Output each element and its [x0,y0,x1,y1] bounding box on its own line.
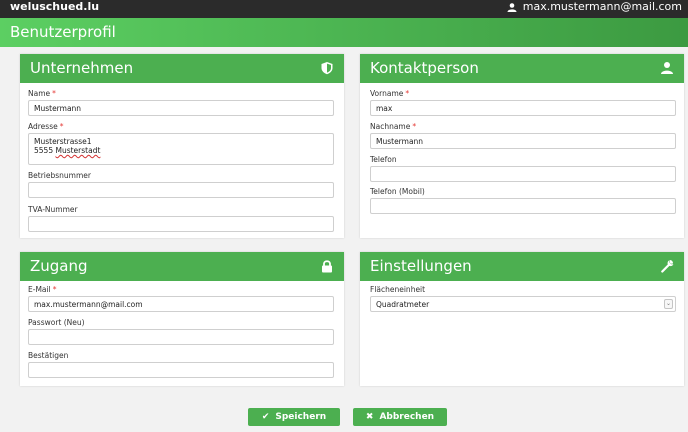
panel-header: Kontaktperson [360,54,684,83]
name-label: Name [28,89,51,98]
telefon-field: Telefon [370,155,676,182]
flaecheneinheit-value: Quadratmeter [376,300,430,309]
passwort-field: Passwort (Neu) [28,318,334,345]
email-field: E-Mail * max.mustermann@mail.com [28,285,334,312]
adresse-postcode: 5555 [34,146,54,155]
telefon-mobil-field: Telefon (Mobil) [370,187,676,214]
adresse-field: Adresse * Musterstrasse1 5555 Musterstadt [28,122,334,165]
required-marker: * [405,89,410,98]
betriebsnummer-input[interactable] [28,182,334,198]
telefon-mobil-input[interactable] [370,198,676,214]
panel-title: Zugang [30,257,88,275]
telefon-input[interactable] [370,166,676,182]
required-marker: * [52,89,56,98]
brand-name[interactable]: weluschued.lu [10,0,99,14]
name-field: Name * Mustermann [28,89,334,116]
passwort-input[interactable] [28,329,334,345]
panel-zugang: Zugang E-Mail * max.mustermann@mail.com P… [20,252,344,386]
chevron-down-icon[interactable]: ⌄ [664,299,673,309]
save-button[interactable]: ✔ Speichern [248,408,340,426]
panel-kontaktperson: Kontaktperson Vorname * max Nachname * Mus… [360,54,684,238]
adresse-label: Adresse [28,122,58,131]
top-bar: weluschued.lu max.mustermann@mail.com [0,0,688,18]
telefon-mobil-label: Telefon (Mobil) [370,187,425,196]
vorname-input[interactable]: max [370,100,676,116]
vorname-label: Vorname [370,89,404,98]
tva-input[interactable] [28,216,334,232]
nachname-label: Nachname [370,122,411,131]
flaecheneinheit-label: Flächeneinheit [370,285,426,294]
user-email: max.mustermann@mail.com [522,0,682,13]
bestaetigen-input[interactable] [28,362,334,378]
panel-title: Unternehmen [30,59,134,77]
page-title: Benutzerprofil [10,23,116,41]
vorname-field: Vorname * max [370,89,676,116]
panel-header: Unternehmen [20,54,344,83]
close-icon: ✖ [365,412,374,422]
tva-label: TVA-Nummer [28,205,78,214]
required-marker: * [59,122,64,131]
nachname-input[interactable]: Mustermann [370,133,676,149]
bestaetigen-field: Bestätigen [28,351,334,378]
panel-unternehmen: Unternehmen Name * Mustermann Adresse * Mu… [20,54,344,238]
flaecheneinheit-select[interactable]: Quadratmeter ⌄ [370,296,676,312]
check-icon: ✔ [261,412,270,422]
user-menu[interactable]: max.mustermann@mail.com [507,0,682,14]
tva-field: TVA-Nummer [28,205,334,232]
page-header: Benutzerprofil [0,18,688,47]
required-marker: * [412,122,417,131]
cancel-button[interactable]: ✖ Abbrechen [353,408,447,426]
panel-header: Einstellungen [360,252,684,281]
save-label: Speichern [275,412,327,422]
flaecheneinheit-field: Flächeneinheit Quadratmeter ⌄ [370,285,676,312]
email-input[interactable]: max.mustermann@mail.com [28,296,334,312]
panel-title: Kontaktperson [370,59,479,77]
nachname-field: Nachname * Mustermann [370,122,676,149]
name-input[interactable]: Mustermann [28,100,334,116]
passwort-label: Passwort (Neu) [28,318,85,327]
adresse-line1: Musterstrasse1 [34,137,92,146]
bestaetigen-label: Bestätigen [28,351,69,360]
shield-icon [320,61,334,75]
betriebsnummer-label: Betriebsnummer [28,171,91,180]
user-icon [507,2,517,12]
action-bar: ✔ Speichern ✖ Abbrechen [0,408,688,426]
adresse-textarea[interactable]: Musterstrasse1 5555 Musterstadt [28,133,334,165]
email-label: E-Mail [28,285,51,294]
cancel-label: Abbrechen [379,412,435,422]
panel-title: Einstellungen [370,257,472,275]
user-icon [660,61,674,75]
telefon-label: Telefon [370,155,397,164]
panel-header: Zugang [20,252,344,281]
wrench-icon [660,259,674,273]
lock-icon [320,259,334,273]
required-marker: * [52,285,57,294]
adresse-city: Musterstadt [55,146,101,155]
betriebsnummer-field: Betriebsnummer [28,171,334,198]
panel-einstellungen: Einstellungen Flächeneinheit Quadratmete… [360,252,684,386]
